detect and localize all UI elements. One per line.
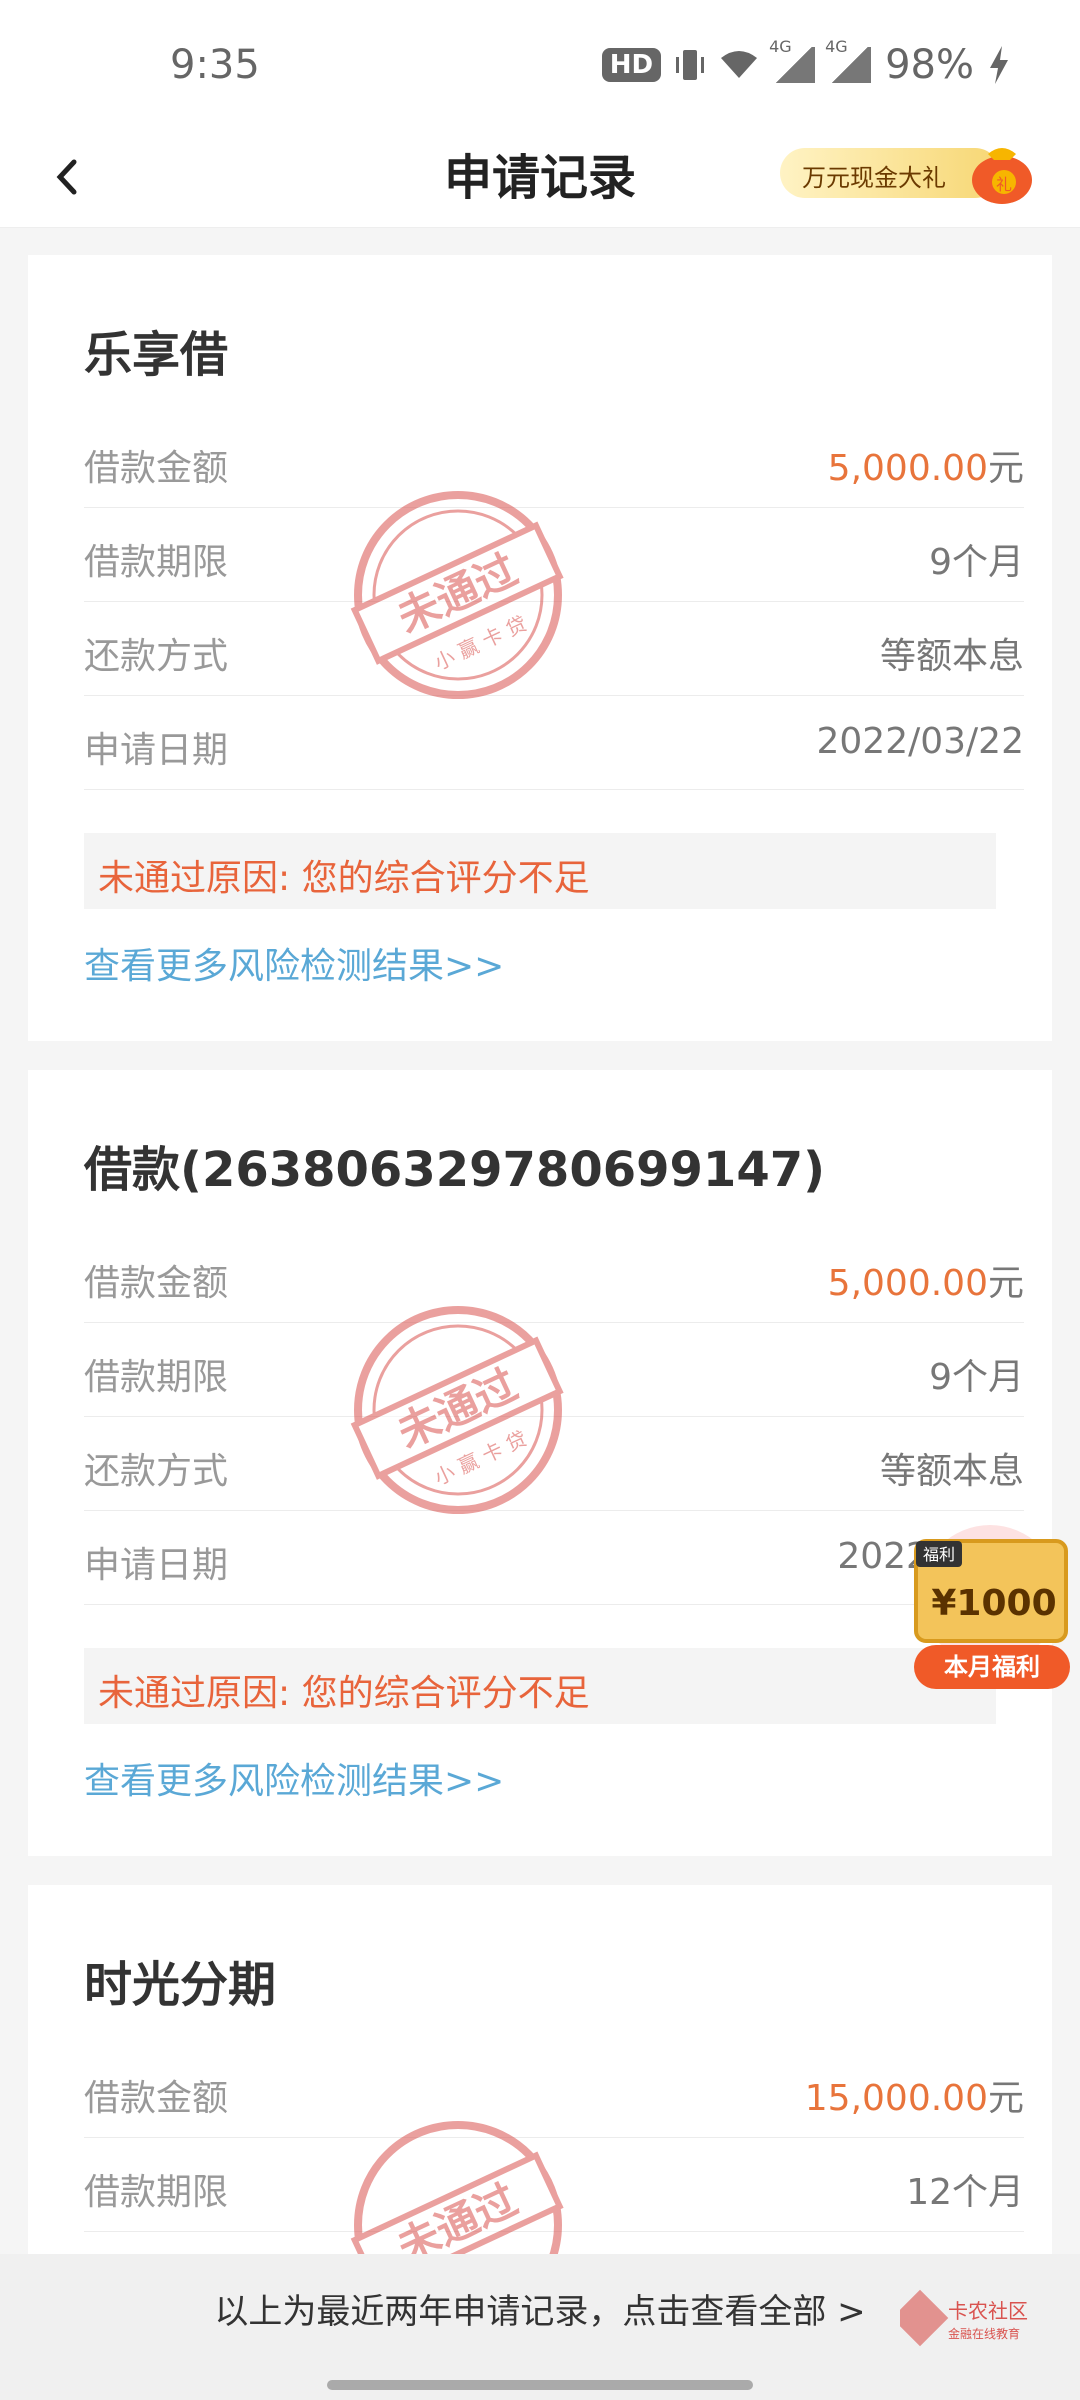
amount-number: 5,000.00 [827, 448, 988, 489]
term-label: 借款期限 [84, 1357, 229, 1398]
date-row: 申请日期 2022/0 [84, 1510, 1024, 1605]
card-title: 乐享借 [84, 327, 229, 383]
welfare-tag: 福利 [923, 1545, 955, 1564]
rejected-stamp: 未通过 小 赢 卡 贷 [350, 1306, 564, 1514]
method-label: 还款方式 [84, 1451, 229, 1492]
date-value: 2022/03/22 [816, 721, 1025, 762]
term-value: 12个月 [906, 2172, 1024, 2213]
amount-unit: 元 [987, 1263, 1024, 1304]
amount-value: 5,000.00元 [828, 1254, 1024, 1306]
vibrate-icon [676, 50, 705, 80]
welfare-amount: ¥1000 [931, 1583, 1056, 1624]
watermark-logo: 卡农社区 金融在线教育 [900, 2289, 1028, 2347]
signal-icon-2: 4G [825, 37, 872, 83]
date-label: 申请日期 [84, 730, 229, 771]
date-row: 申请日期 2022/03/22 [84, 695, 1024, 790]
net-label-1: 4G [769, 37, 792, 56]
amount-value: 5,000.00元 [828, 439, 1024, 491]
reject-reason-text: 未通过原因: 您的综合评分不足 [98, 1673, 590, 1714]
amount-unit: 元 [987, 2078, 1024, 2119]
home-indicator[interactable] [327, 2380, 753, 2390]
net-label-2: 4G [825, 37, 848, 56]
amount-label: 借款金额 [84, 2078, 229, 2119]
promo-badge: 礼 [996, 175, 1012, 194]
monthly-welfare-widget[interactable]: 福利 ¥1000 本月福利 [900, 1525, 1080, 1695]
term-value: 9个月 [929, 1357, 1024, 1398]
battery-percent: 98% [885, 42, 974, 88]
status-time: 9:35 [170, 42, 260, 88]
status-bar: 9:35 HD 4G 4G 98% [0, 0, 1080, 130]
application-card: 借款(263806329780699147) 借款金额 5,000.00元 借款… [28, 1070, 1052, 1856]
term-label: 借款期限 [84, 542, 229, 583]
signal-icon-1: 4G [769, 37, 816, 83]
risk-detection-link[interactable]: 查看更多风险检测结果>> [84, 937, 504, 989]
reject-reason-text: 未通过原因: 您的综合评分不足 [98, 858, 590, 899]
nav-header: 申请记录 万元现金大礼 礼 [0, 130, 1080, 228]
hd-icon: HD [601, 48, 662, 82]
term-label: 借款期限 [84, 2172, 229, 2213]
rejected-stamp: 未通过 [350, 2121, 564, 2265]
method-value: 等额本息 [879, 636, 1024, 677]
method-value: 等额本息 [879, 1451, 1024, 1492]
card-title: 借款(263806329780699147) [84, 1142, 826, 1198]
method-label: 还款方式 [84, 636, 229, 677]
date-label: 申请日期 [84, 1545, 229, 1586]
amount-label: 借款金额 [84, 1263, 229, 1304]
money-bag-icon: 礼 [972, 148, 1032, 204]
amount-number: 15,000.00 [804, 2078, 988, 2119]
status-icons: HD 4G 4G 98% [601, 37, 1010, 88]
risk-detection-link[interactable]: 查看更多风险检测结果>> [84, 1752, 504, 1804]
term-value: 9个月 [929, 542, 1024, 583]
bottom-bar: 以上为最近两年申请记录，点击查看全部 > 卡农社区 金融在线教育 [0, 2254, 1080, 2400]
charging-icon [990, 46, 1008, 84]
watermark-sub: 金融在线教育 [948, 2326, 1020, 2341]
rejected-stamp: 未通过 小 赢 卡 贷 [350, 491, 564, 699]
application-card: 乐享借 借款金额 5,000.00元 借款期限 9个月 还款方式 等额本息 申请… [28, 255, 1052, 1041]
card-title: 时光分期 [84, 1957, 277, 2013]
reject-reason: 未通过原因: 您的综合评分不足 [84, 833, 996, 909]
amount-label: 借款金额 [84, 448, 229, 489]
welfare-button: 本月福利 [944, 1653, 1040, 1681]
cash-gift-banner[interactable]: 万元现金大礼 礼 [780, 140, 1040, 206]
reject-reason: 未通过原因: 您的综合评分不足 [84, 1648, 996, 1724]
amount-value: 15,000.00元 [805, 2069, 1024, 2121]
amount-number: 5,000.00 [827, 1263, 988, 1304]
watermark-title: 卡农社区 [948, 2299, 1028, 2323]
promo-text: 万元现金大礼 [802, 164, 946, 192]
wifi-icon [721, 51, 758, 78]
application-card: 时光分期 借款金额 15,000.00元 借款期限 12个月 未通过 [28, 1885, 1052, 2265]
amount-unit: 元 [987, 448, 1024, 489]
